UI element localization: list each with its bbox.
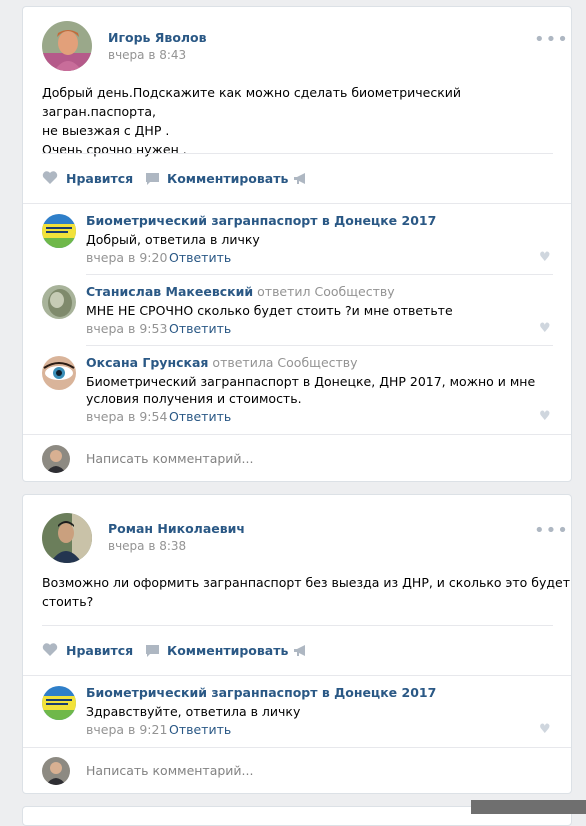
divider (42, 153, 553, 154)
post-text: Добрый день.Подскажите как можно сделать… (42, 83, 571, 159)
comment-text: МНЕ НЕ СРОЧНО сколько будет стоить ?и мн… (86, 303, 453, 318)
comment-label: Комментировать (167, 643, 289, 658)
post-time[interactable]: вчера в 8:38 (108, 539, 186, 553)
comment-label: Комментировать (167, 171, 289, 186)
comment-header: Оксана Грунская ответила Сообществу (86, 355, 358, 370)
current-user-avatar[interactable] (42, 445, 70, 473)
post-author[interactable]: Игорь Яволов (108, 30, 207, 45)
comment-avatar[interactable] (42, 285, 76, 319)
reply-button[interactable]: Ответить (169, 250, 231, 265)
divider (23, 675, 571, 676)
post-card: Игорь Яволов вчера в 8:43 ••• Добрый ден… (22, 6, 572, 482)
divider (23, 434, 571, 435)
comment-time[interactable]: вчера в 9:54 (86, 409, 167, 424)
divider (23, 203, 571, 204)
post-text-line: стоить? (42, 594, 94, 609)
comment-like-heart-icon[interactable]: ♥ (539, 409, 551, 424)
post-text-line: Возможно ли оформить загранпаспорт без в… (42, 575, 570, 590)
comment-like-heart-icon[interactable]: ♥ (539, 250, 551, 265)
comment-avatar[interactable] (42, 686, 76, 720)
divider (42, 625, 553, 626)
comment-header: Станислав Макеевский ответил Сообществу (86, 284, 395, 299)
post-text-line: Добрый день.Подскажите как можно сделать… (42, 85, 462, 119)
like-label: Нравится (66, 643, 134, 658)
comment-author[interactable]: Станислав Макеевский (86, 284, 253, 299)
comment-time[interactable]: вчера в 9:21 (86, 722, 167, 737)
author-avatar[interactable] (42, 21, 92, 71)
like-label: Нравится (66, 171, 134, 186)
comment-author[interactable]: Биометрический загранпаспорт в Донецке 2… (86, 213, 436, 228)
comment-meta: ответил Сообществу (257, 284, 395, 299)
comment-icon (146, 645, 159, 657)
comment-icon (146, 173, 159, 185)
comment-text: Здравствуйте, ответила в личку (86, 704, 301, 719)
comment-input[interactable]: Написать комментарий... (86, 763, 253, 778)
share-button[interactable] (293, 644, 308, 660)
current-user-avatar[interactable] (42, 757, 70, 785)
comment-text: Биометрический загранпаспорт в Донецке, … (86, 373, 535, 407)
post-author[interactable]: Роман Николаевич (108, 521, 245, 536)
reply-button[interactable]: Ответить (169, 722, 231, 737)
heart-icon (42, 643, 58, 656)
megaphone-icon (294, 645, 305, 656)
comment-text: Добрый, ответила в личку (86, 232, 260, 247)
reply-button[interactable]: Ответить (169, 409, 231, 424)
comment-author[interactable]: Биометрический загранпаспорт в Донецке 2… (86, 685, 436, 700)
comment-text-line: Биометрический загранпаспорт в Донецке, … (86, 374, 536, 389)
heart-icon (42, 171, 58, 184)
comment-like-heart-icon[interactable]: ♥ (539, 722, 551, 737)
comment-time[interactable]: вчера в 9:20 (86, 250, 167, 265)
post-text-line: не выезжая с ДНР . (42, 123, 170, 138)
share-button[interactable] (293, 172, 308, 188)
more-dots-icon[interactable]: ••• (534, 31, 569, 49)
comment-time[interactable]: вчера в 9:53 (86, 321, 167, 336)
post-time[interactable]: вчера в 8:43 (108, 48, 186, 62)
author-avatar[interactable] (42, 513, 92, 563)
post-text: Возможно ли оформить загранпаспорт без в… (42, 573, 570, 611)
comment-like-heart-icon[interactable]: ♥ (539, 321, 551, 336)
comment-avatar[interactable] (42, 356, 76, 390)
megaphone-icon (294, 173, 305, 184)
reply-button[interactable]: Ответить (169, 321, 231, 336)
comment-input[interactable]: Написать комментарий... (86, 451, 253, 466)
post-text-line: Очень срочно нужен . (42, 142, 187, 157)
divider (23, 747, 571, 748)
comment-text-line: условия получения и стоимость. (86, 391, 302, 406)
comment-author[interactable]: Оксана Грунская (86, 355, 208, 370)
comment-meta: ответила Сообществу (212, 355, 358, 370)
more-dots-icon[interactable]: ••• (534, 522, 569, 540)
divider (86, 274, 553, 275)
screen-corner-overlay (471, 800, 586, 814)
post-card: Роман Николаевич вчера в 8:38 ••• Возмож… (22, 494, 572, 794)
divider (86, 345, 553, 346)
comment-avatar[interactable] (42, 214, 76, 248)
